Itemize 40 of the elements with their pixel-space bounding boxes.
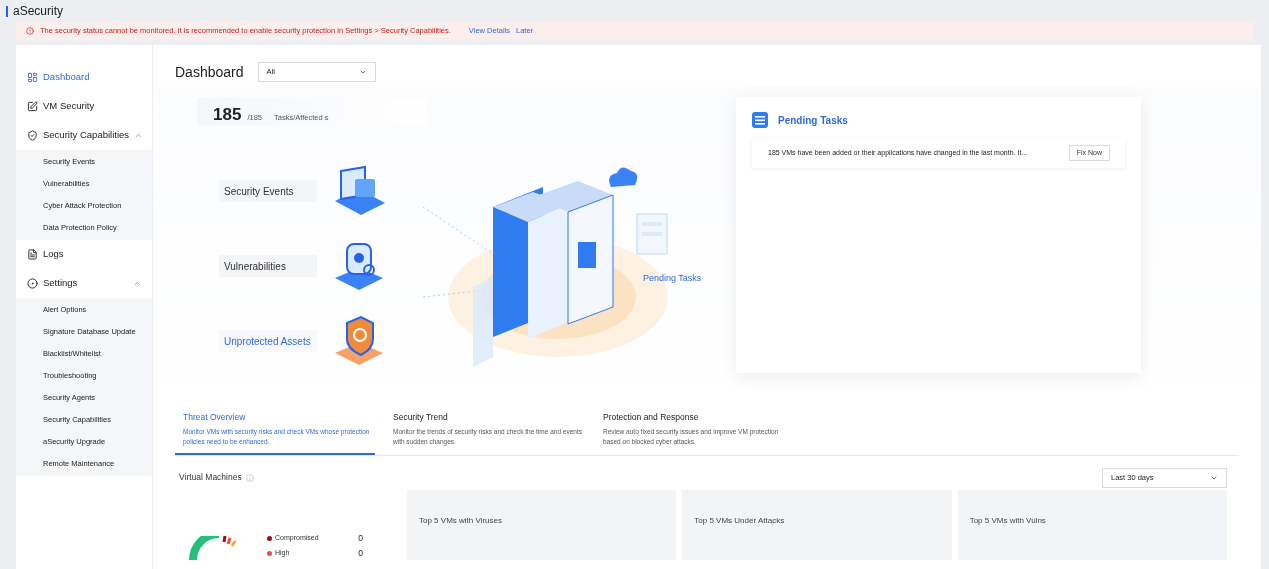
card-title: Top 5 VMs Under Attacks (694, 515, 785, 525)
alert-icon (26, 27, 34, 35)
panel-title: Pending Tasks (778, 113, 848, 128)
pending-tasks-link[interactable]: Pending Tasks (643, 272, 702, 286)
tab-title: Threat Overview (183, 411, 247, 424)
dashboard-icon (27, 72, 38, 83)
settings-icon (27, 278, 38, 289)
sidebar-item[interactable]: Settings (16, 269, 152, 298)
tab-title: Protection and Response (603, 411, 700, 424)
sidebar-label: Security Capabilities (43, 128, 130, 143)
logs-icon (27, 249, 38, 260)
sidebar-label: Settings (43, 276, 79, 291)
form-outline-icon (635, 212, 669, 256)
collapse-caret-icon[interactable] (133, 279, 142, 288)
sidebar-item[interactable]: VM Security (16, 92, 152, 121)
tab-title: Security Trend (393, 411, 449, 424)
card-title: Top 5 VMs with Vulns (969, 515, 1046, 525)
node-label[interactable]: Unprotected Assets (219, 330, 317, 352)
list-icon (752, 112, 768, 128)
vm-icon (27, 101, 38, 112)
sidebar-item[interactable]: Dashboard (16, 63, 152, 92)
info-icon (245, 473, 254, 482)
legend-value: 0 (358, 547, 363, 560)
card-title: Top 5 VMs with Viruses (419, 515, 502, 525)
app-title: aSecurity (13, 3, 64, 20)
sidebar-label: VM Security (43, 99, 96, 114)
section-title: Virtual Machines (179, 471, 242, 485)
legend-value: 0 (358, 532, 363, 545)
count-value: 185 (213, 104, 242, 126)
sidebar-label: Logs (43, 247, 65, 262)
node-label[interactable]: Security Events (219, 180, 317, 202)
shield-icon (27, 130, 38, 141)
sidebar-item[interactable]: Logs (16, 240, 152, 269)
sidebar-item[interactable]: Security Capabilities (16, 121, 152, 150)
title-accent-bar (6, 5, 8, 17)
caret-icon (358, 68, 367, 76)
sidebar-label: Dashboard (43, 70, 91, 85)
node-label[interactable]: Vulnerabilities (219, 255, 317, 277)
collapse-caret-icon[interactable] (134, 131, 144, 140)
page-title: Dashboard (175, 62, 244, 82)
